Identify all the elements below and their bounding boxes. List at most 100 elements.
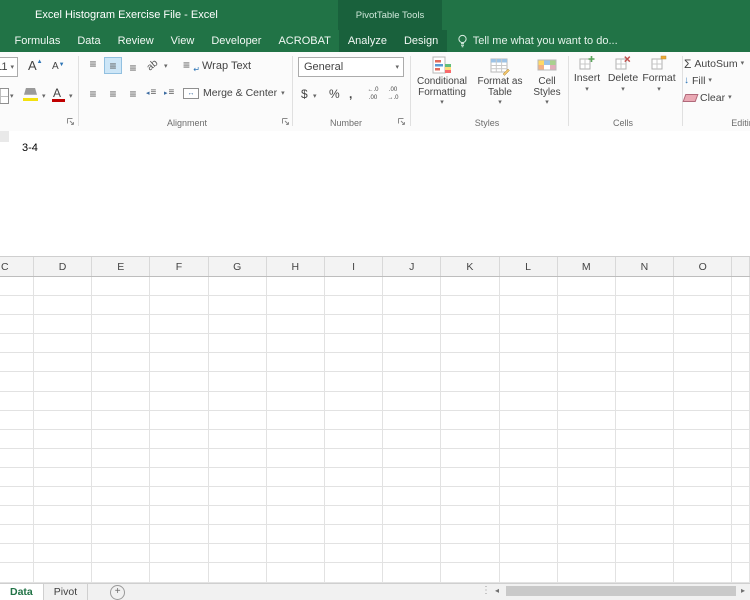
grid-cell[interactable] — [0, 372, 34, 391]
grid-cell[interactable] — [500, 525, 558, 544]
decrease-indent-button[interactable]: ◂ ≡ — [146, 88, 156, 98]
grid-cell[interactable] — [150, 392, 208, 411]
grid-cell[interactable] — [325, 563, 383, 582]
fill-button[interactable]: ↓ Fill ▾ — [684, 73, 712, 88]
grid-cell[interactable] — [92, 334, 150, 353]
grid-cell[interactable] — [732, 563, 750, 582]
grid-cell[interactable] — [732, 296, 750, 315]
grid-cell[interactable] — [616, 468, 674, 487]
grid-cell[interactable] — [34, 372, 92, 391]
column-header-O[interactable]: O — [674, 257, 732, 276]
middle-align-button[interactable]: ≡ — [104, 57, 122, 74]
grid-cell[interactable] — [34, 563, 92, 582]
grid-cell[interactable] — [383, 430, 441, 449]
grid-cell[interactable] — [267, 334, 325, 353]
grid-cell[interactable] — [150, 487, 208, 506]
grid-cell[interactable] — [558, 525, 616, 544]
align-center-button[interactable]: ≡ — [104, 85, 122, 102]
sheet-tab-pivot[interactable]: Pivot — [44, 584, 88, 600]
grid-cell[interactable] — [616, 544, 674, 563]
grid-cell[interactable] — [558, 506, 616, 525]
grid-cell[interactable] — [0, 296, 34, 315]
grid-cell[interactable] — [500, 296, 558, 315]
grid-cell[interactable] — [325, 506, 383, 525]
grid-cell[interactable] — [325, 544, 383, 563]
grid-cell[interactable] — [616, 392, 674, 411]
percent-style-button[interactable]: % — [329, 87, 340, 101]
autosum-button[interactable]: Σ AutoSum ▾ — [684, 56, 744, 71]
borders-icon[interactable] — [0, 88, 9, 104]
grid-cell[interactable] — [209, 411, 267, 430]
increase-decimal-button[interactable]: ←.0.00 — [364, 86, 382, 103]
grid-cell[interactable] — [441, 411, 499, 430]
grid-cell[interactable] — [674, 544, 732, 563]
grid-cell[interactable] — [732, 353, 750, 372]
grid-cell[interactable] — [558, 372, 616, 391]
sheet-tab-data[interactable]: Data — [0, 584, 44, 600]
grid-cell[interactable] — [500, 392, 558, 411]
grid-cell[interactable] — [558, 277, 616, 296]
format-cells-button[interactable]: Format ▾ — [640, 55, 678, 93]
grid-cell[interactable] — [500, 506, 558, 525]
grid-cell[interactable] — [732, 392, 750, 411]
grid-cell[interactable] — [92, 296, 150, 315]
fill-color-dropdown-icon[interactable]: ▾ — [42, 93, 46, 100]
grid-cell[interactable] — [441, 372, 499, 391]
grid-cell[interactable] — [383, 334, 441, 353]
grid-cell[interactable] — [616, 506, 674, 525]
ribbon-tab-formulas[interactable]: Formulas — [6, 30, 69, 52]
grid-cell[interactable] — [0, 506, 34, 525]
grid-cell[interactable] — [674, 468, 732, 487]
grid-cell[interactable] — [383, 296, 441, 315]
grid-cell[interactable] — [267, 544, 325, 563]
grid-cell[interactable] — [34, 277, 92, 296]
new-sheet-button[interactable]: + — [110, 585, 125, 600]
grid-cell[interactable] — [383, 525, 441, 544]
align-right-button[interactable]: ≡ — [124, 85, 142, 102]
grid-cell[interactable] — [732, 334, 750, 353]
grid-cell[interactable] — [267, 296, 325, 315]
grid-cell[interactable] — [92, 506, 150, 525]
grid-cell[interactable] — [383, 392, 441, 411]
grid-cell[interactable] — [92, 315, 150, 334]
grid-cell[interactable] — [92, 563, 150, 582]
grid-cell[interactable] — [267, 563, 325, 582]
increase-indent-button[interactable]: ▸ ≡ — [164, 88, 174, 98]
grid-cell[interactable] — [383, 353, 441, 372]
column-header-D[interactable]: D — [34, 257, 92, 276]
grid-cell[interactable] — [34, 544, 92, 563]
grid-cell[interactable] — [92, 277, 150, 296]
clear-button[interactable]: Clear ▾ — [684, 90, 732, 105]
column-header-F[interactable]: F — [150, 257, 208, 276]
grid-cell[interactable] — [441, 544, 499, 563]
grid-cell[interactable] — [558, 315, 616, 334]
grid-cell[interactable] — [325, 296, 383, 315]
column-header-J[interactable]: J — [383, 257, 441, 276]
ribbon-tab-analyze[interactable]: Analyze — [339, 30, 395, 52]
grid-cell[interactable] — [732, 430, 750, 449]
grid-cell[interactable] — [558, 487, 616, 506]
grid-cell[interactable] — [558, 353, 616, 372]
grid-cell[interactable] — [674, 372, 732, 391]
wrap-text-button[interactable]: ≡ ↵ Wrap Text — [183, 59, 251, 72]
grid-cell[interactable] — [325, 315, 383, 334]
grid-cell[interactable] — [500, 563, 558, 582]
grid-cell[interactable] — [674, 315, 732, 334]
grid-cell[interactable] — [616, 296, 674, 315]
grid-cell[interactable] — [34, 525, 92, 544]
grid-cell[interactable] — [325, 430, 383, 449]
grid-cell[interactable] — [267, 372, 325, 391]
grid-cell[interactable] — [383, 315, 441, 334]
ribbon-tab-view[interactable]: View — [162, 30, 203, 52]
merge-center-button[interactable]: ↔ Merge & Center ▾ — [183, 87, 285, 99]
grid-cell[interactable] — [383, 563, 441, 582]
grid-cell[interactable] — [34, 468, 92, 487]
grid-cell[interactable] — [616, 525, 674, 544]
grid-cell[interactable] — [500, 468, 558, 487]
number-dialog-launcher-icon[interactable] — [397, 117, 406, 126]
grid-cell[interactable] — [267, 525, 325, 544]
grid-cell[interactable] — [34, 487, 92, 506]
grid-cell[interactable] — [500, 430, 558, 449]
grid-cell[interactable] — [441, 525, 499, 544]
grid-cell[interactable] — [325, 468, 383, 487]
